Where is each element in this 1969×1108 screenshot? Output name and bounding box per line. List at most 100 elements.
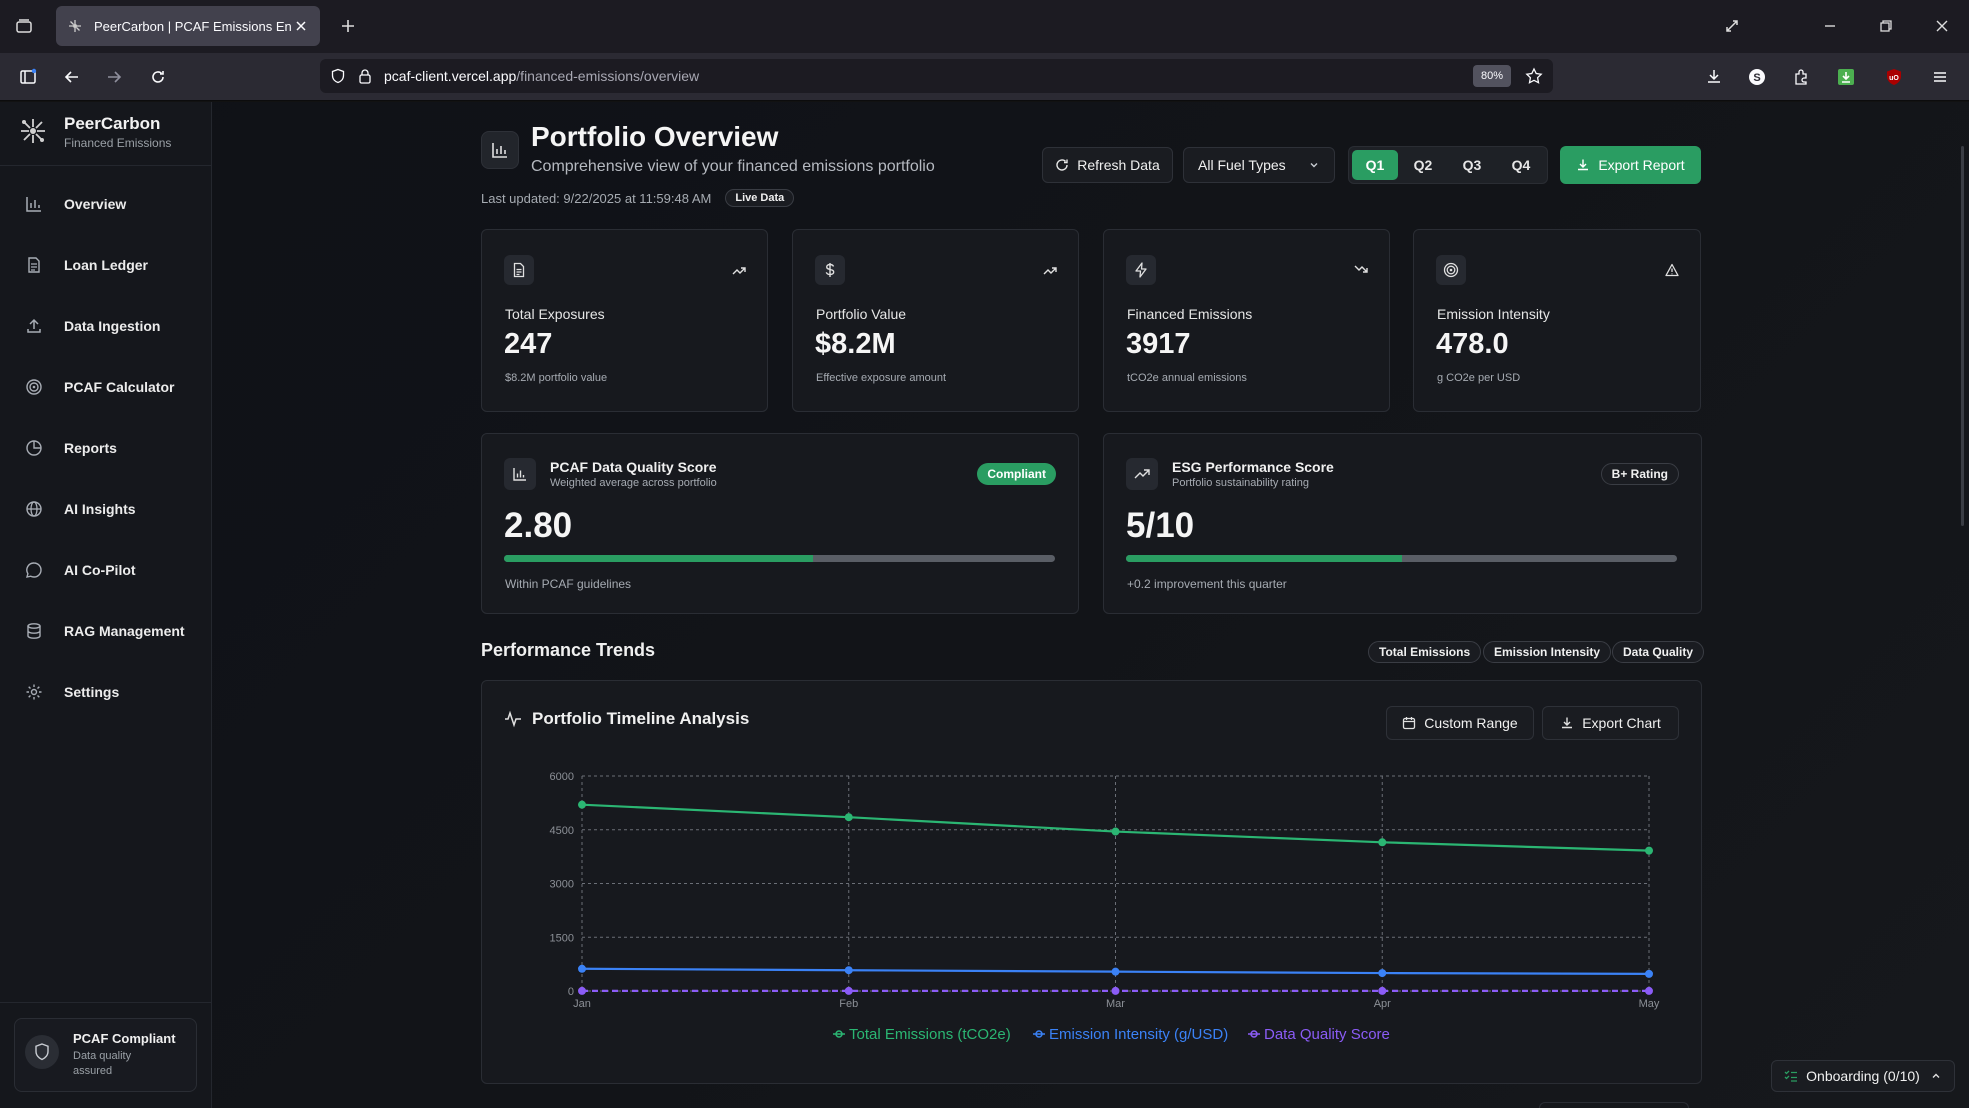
chip-total-emissions[interactable]: Total Emissions: [1368, 641, 1482, 663]
onboarding-button[interactable]: Onboarding (0/10): [1771, 1060, 1955, 1092]
chip-data-quality[interactable]: Data Quality: [1612, 641, 1705, 663]
sidebar-item-settings[interactable]: Settings: [24, 674, 204, 710]
chip-emission-intensity[interactable]: Emission Intensity: [1483, 641, 1612, 663]
legend-label: Emission Intensity (g/USD): [1049, 1026, 1228, 1043]
x-tick-label: Mar: [1106, 998, 1125, 1010]
stat-value: 478.0: [1436, 328, 1509, 360]
close-window-icon[interactable]: [1930, 14, 1954, 38]
data-point: [1645, 846, 1653, 855]
extensions-puzzle-icon[interactable]: [1789, 65, 1813, 89]
chevron-down-icon: [1308, 159, 1320, 171]
shield-icon[interactable]: [330, 68, 346, 84]
sidebar-item-data-ingestion[interactable]: Data Ingestion: [24, 308, 204, 344]
upload-icon: [24, 316, 44, 336]
data-point: [844, 813, 853, 822]
sidebar-item-label: Overview: [64, 196, 127, 212]
sidebar-item-rag-management[interactable]: RAG Management: [24, 613, 204, 649]
y-tick-label: 6000: [550, 771, 574, 783]
stat-label: Emission Intensity: [1437, 306, 1550, 322]
back-icon[interactable]: [60, 65, 84, 89]
page-scrollbar[interactable]: [1961, 146, 1964, 526]
menu-icon[interactable]: [1928, 65, 1952, 89]
page-chart-icon: [481, 131, 519, 169]
score-label: PCAF Data Quality Score: [550, 459, 717, 475]
data-point: [578, 800, 586, 809]
svg-text:S: S: [1753, 72, 1760, 84]
forward-icon[interactable]: [102, 65, 126, 89]
x-tick-label: May: [1639, 998, 1660, 1010]
data-point: [578, 986, 586, 995]
zoom-level[interactable]: 80%: [1472, 65, 1511, 87]
quarter-q3-button[interactable]: Q3: [1449, 150, 1495, 180]
stat-label: Portfolio Value: [816, 306, 907, 322]
lock-icon[interactable]: [358, 68, 372, 84]
fullscreen-icon[interactable]: [1720, 14, 1744, 38]
rating-badge: B+ Rating: [1600, 463, 1679, 485]
brand[interactable]: PeerCarbon Financed Emissions: [18, 114, 171, 150]
favicon-icon: [66, 17, 84, 35]
data-point: [1378, 986, 1387, 995]
url-host: pcaf-client.vercel.app: [384, 68, 517, 84]
browser-tab[interactable]: PeerCarbon | PCAF Emissions Engine: [56, 6, 320, 46]
sidebar-item-ai-copilot[interactable]: AI Co-Pilot: [24, 552, 204, 588]
extension-green-download-icon[interactable]: [1834, 65, 1858, 89]
minimize-icon[interactable]: [1818, 14, 1842, 38]
data-point: [578, 964, 586, 973]
divider: [0, 1002, 212, 1003]
stat-card-portfolio-value: Portfolio Value $8.2M Effective exposure…: [792, 229, 1079, 412]
sidebar-item-label: Reports: [64, 440, 117, 456]
live-data-badge: Live Data: [725, 189, 795, 207]
timeline-line-chart[interactable]: 0 1500 3000 4500 6000 Jan Feb Mar Apr May Total Em…: [482, 681, 1701, 1083]
quarter-q2-button[interactable]: Q2: [1400, 150, 1446, 180]
score-card-esg-performance: ESG Performance Score Portfolio sustaina…: [1103, 433, 1702, 614]
data-point: [844, 966, 853, 975]
refresh-data-button[interactable]: Refresh Data: [1042, 147, 1173, 183]
trend-up-icon: [1042, 262, 1058, 278]
restore-icon[interactable]: [1874, 14, 1898, 38]
trend-down-icon: [1353, 262, 1369, 278]
quarter-q1-button[interactable]: Q1: [1352, 150, 1398, 180]
sidebar-item-overview[interactable]: Overview: [24, 186, 204, 222]
stat-card-emission-intensity: Emission Intensity 478.0 g CO2e per USD: [1413, 229, 1701, 412]
refresh-data-label: Refresh Data: [1077, 157, 1160, 173]
document-icon: [504, 255, 534, 285]
score-progress-bar: [1126, 555, 1677, 562]
chat-icon: [24, 560, 44, 580]
data-point: [1645, 969, 1653, 978]
sidebar-item-loan-ledger[interactable]: Loan Ledger: [24, 247, 204, 283]
bookmark-star-icon[interactable]: [1525, 67, 1543, 85]
sidebar-item-ai-insights[interactable]: AI Insights: [24, 491, 204, 527]
chart-bar-icon: [24, 194, 44, 214]
export-report-button[interactable]: Export Report: [1560, 146, 1701, 184]
tab-list-icon[interactable]: [12, 14, 36, 38]
quarter-q4-button[interactable]: Q4: [1498, 150, 1544, 180]
timeline-chart-card: Portfolio Timeline Analysis Custom Range…: [481, 680, 1702, 1084]
database-icon: [24, 621, 44, 641]
sidebar-item-pcaf-calculator[interactable]: PCAF Calculator: [24, 369, 204, 405]
stat-value: $8.2M: [815, 328, 896, 360]
extension-s-icon[interactable]: S: [1745, 65, 1769, 89]
compliant-badge: Compliant: [977, 463, 1056, 485]
target-icon: [24, 377, 44, 397]
tab-title: PeerCarbon | PCAF Emissions Engine: [94, 18, 292, 34]
browser-tab-bar: PeerCarbon | PCAF Emissions Engine: [0, 0, 1969, 53]
close-tab-icon[interactable]: [292, 17, 310, 35]
new-tab-icon[interactable]: [336, 14, 360, 38]
warning-icon: [1664, 262, 1680, 278]
browser-nav-bar: pcaf-client.vercel.app/financed-emission…: [0, 53, 1969, 101]
reload-icon[interactable]: [146, 65, 170, 89]
sidebar-toggle-icon[interactable]: [16, 65, 40, 89]
sidebar-item-label: RAG Management: [64, 623, 185, 639]
app-container: PeerCarbon Financed Emissions Overview L…: [0, 102, 1969, 1108]
data-point: [1111, 986, 1120, 995]
trend-up-icon: [1126, 458, 1158, 490]
fuel-type-select[interactable]: All Fuel Types: [1183, 147, 1335, 183]
next-card-edge: [1539, 1102, 1689, 1108]
ublock-icon[interactable]: uO: [1882, 65, 1906, 89]
score-card-data-quality: PCAF Data Quality Score Weighted average…: [481, 433, 1079, 614]
dollar-icon: [815, 255, 845, 285]
sidebar-item-reports[interactable]: Reports: [24, 430, 204, 466]
url-bar[interactable]: pcaf-client.vercel.app/financed-emission…: [320, 59, 1553, 93]
downloads-icon[interactable]: [1702, 65, 1726, 89]
score-value: 5/10: [1126, 506, 1195, 545]
